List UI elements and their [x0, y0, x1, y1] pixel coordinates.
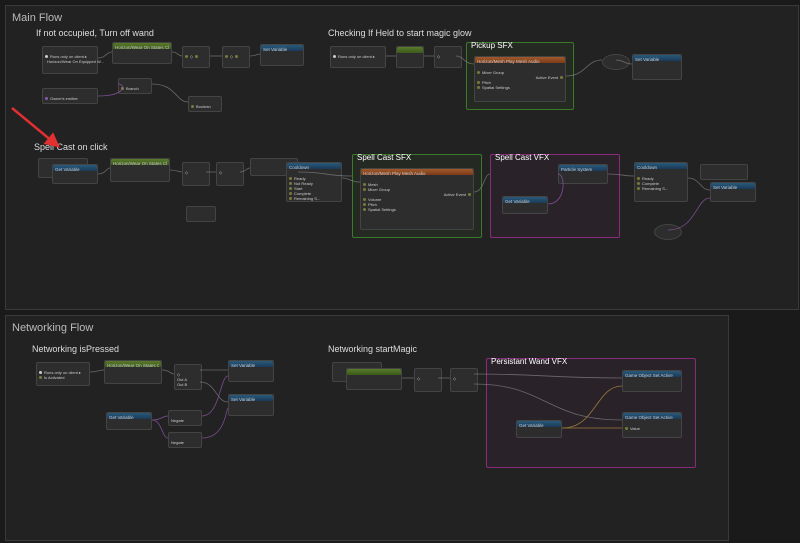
- node-cooldown-2[interactable]: Cooldown Ready Complete Remaining S...: [634, 162, 688, 202]
- node-play-audio-1[interactable]: Horizon/Mesh Play Mesh Audio Mixer Group…: [474, 56, 566, 102]
- node-runs-on-1[interactable]: Runs only on client ▸ Horizon/Wear On Eq…: [42, 46, 98, 74]
- spell-cast-label: Spell Cast on click: [34, 142, 108, 152]
- node-set-var-3[interactable]: Set Variable: [710, 182, 756, 202]
- node-set-active-2[interactable]: Game Object Set Active Value: [622, 412, 682, 438]
- node-runs-on-2[interactable]: Runs only on client ▸: [330, 46, 386, 68]
- node-set-var-2[interactable]: Set Variable: [632, 54, 682, 80]
- check-held-label: Checking If Held to start magic glow: [328, 28, 472, 38]
- node-set-var-4[interactable]: Set Variable: [228, 360, 274, 382]
- node-state-change-1[interactable]: Horizon/Wear On States Change Event: [112, 42, 172, 64]
- node-runs-on-6[interactable]: Runs only on client ▸ Is Activated: [36, 362, 90, 386]
- node-emitter[interactable]: Owner's emitter: [42, 88, 98, 104]
- node-set-var-1[interactable]: Set Variable: [260, 44, 304, 66]
- node-circle-2[interactable]: [654, 224, 682, 240]
- wand-vfx-title: Persistant Wand VFX: [491, 357, 567, 366]
- cast-sfx-title: Spell Cast SFX: [357, 153, 411, 162]
- networking-flow-title: Networking Flow: [12, 322, 722, 334]
- node-state-change-4[interactable]: [346, 368, 402, 390]
- node-set-var-5[interactable]: Set Variable: [228, 394, 274, 416]
- node-runs-on-5[interactable]: [700, 164, 748, 180]
- main-flow-section: Main Flow If not occupied, Turn off wand…: [5, 5, 799, 310]
- node-bool-3[interactable]: [186, 206, 216, 222]
- pickup-sfx-title: Pickup SFX: [471, 41, 513, 50]
- node-cooldown-1[interactable]: Cooldown Ready Not Ready Start Complete …: [286, 162, 342, 202]
- networking-flow-section: Networking Flow Networking isPressed Net…: [5, 315, 729, 541]
- node-branch-5[interactable]: ◇: [182, 162, 210, 186]
- node-branch-3[interactable]: [396, 46, 424, 68]
- node-bool-1[interactable]: Branch: [118, 78, 152, 94]
- node-branch-9[interactable]: ◇: [450, 368, 478, 392]
- node-set-active-1[interactable]: Game Object Set Active: [622, 370, 682, 392]
- net-magic-label: Networking startMagic: [328, 344, 417, 354]
- node-get-var-2[interactable]: Get Variable: [502, 196, 548, 214]
- node-circle-1[interactable]: [602, 54, 630, 70]
- node-play-audio-2[interactable]: Horizon/Mesh Play Mesh Audio Mesh Mixer …: [360, 168, 474, 230]
- main-flow-title: Main Flow: [12, 12, 792, 24]
- node-state-change-3[interactable]: Horizon/Wear On States Change Event: [104, 360, 162, 384]
- node-branch-7[interactable]: ◇Out AOut B: [174, 364, 202, 390]
- node-branch-8[interactable]: ◇: [414, 368, 442, 392]
- node-branch-6[interactable]: ◇: [216, 162, 244, 186]
- node-branch-1[interactable]: ◇: [182, 46, 210, 68]
- cast-vfx-title: Spell Cast VFX: [495, 153, 549, 162]
- node-negate-1[interactable]: Negate: [168, 410, 202, 426]
- red-arrow-annotation: [6, 102, 76, 162]
- node-state-change-2[interactable]: Horizon/Wear On States Change Event: [110, 158, 170, 182]
- node-get-var-1[interactable]: Get Variable: [52, 164, 98, 184]
- net-pressed-label: Networking isPressed: [32, 344, 119, 354]
- node-get-var-3[interactable]: Get Variable: [106, 412, 152, 430]
- node-bool-2[interactable]: Boolean: [188, 96, 222, 112]
- node-particle-1[interactable]: Particle System: [558, 164, 608, 184]
- node-branch-2[interactable]: ◇: [222, 46, 250, 68]
- node-negate-2[interactable]: Negate: [168, 432, 202, 448]
- node-branch-4[interactable]: ◇: [434, 46, 462, 68]
- wand-off-label: If not occupied, Turn off wand: [36, 28, 154, 38]
- node-get-var-4[interactable]: Get Variable: [516, 420, 562, 438]
